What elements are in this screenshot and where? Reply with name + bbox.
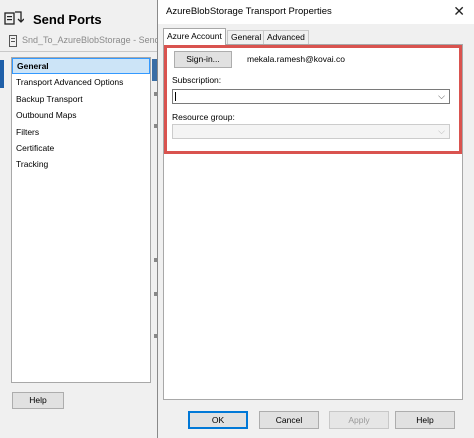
tab-advanced[interactable]: Advanced bbox=[263, 30, 309, 44]
send-port-name: Snd_To_AzureBlobStorage - Send bbox=[22, 35, 160, 45]
window-edge-accent bbox=[0, 60, 4, 88]
dialog-title: AzureBlobStorage Transport Properties bbox=[166, 6, 332, 17]
subscription-label: Subscription: bbox=[172, 75, 222, 85]
apply-button[interactable]: Apply bbox=[329, 411, 389, 429]
sign-in-button[interactable]: Sign-in... bbox=[174, 51, 232, 68]
signed-in-account: mekala.ramesh@kovai.co bbox=[247, 54, 345, 64]
nav-item-filters[interactable]: Filters bbox=[12, 124, 150, 140]
chevron-down-icon: ⌵ bbox=[438, 126, 445, 136]
nav-item-backup-transport[interactable]: Backup Transport bbox=[12, 91, 150, 107]
settings-nav-list: General Transport Advanced Options Backu… bbox=[11, 57, 151, 383]
nav-item-outbound-maps[interactable]: Outbound Maps bbox=[12, 107, 150, 123]
resource-group-dropdown[interactable]: ⌵ bbox=[172, 124, 450, 139]
nav-item-certificate[interactable]: Certificate bbox=[12, 140, 150, 156]
chevron-down-icon[interactable]: ⌵ bbox=[438, 91, 445, 102]
send-ports-header: Send Ports bbox=[0, 7, 160, 31]
tab-azure-account[interactable]: Azure Account bbox=[163, 28, 226, 45]
text-caret bbox=[175, 92, 176, 101]
cancel-button[interactable]: Cancel bbox=[259, 411, 319, 429]
header-divider bbox=[0, 51, 160, 52]
send-port-icon bbox=[9, 35, 17, 47]
tab-general[interactable]: General bbox=[227, 30, 266, 44]
azure-account-panel: Sign-in... mekala.ramesh@kovai.co Subscr… bbox=[163, 44, 463, 400]
back-help-button[interactable]: Help bbox=[12, 392, 64, 409]
close-icon[interactable]: ✕ bbox=[453, 3, 465, 19]
nav-item-general[interactable]: General bbox=[12, 58, 150, 75]
nav-item-tracking[interactable]: Tracking bbox=[12, 156, 150, 172]
send-ports-icon bbox=[4, 11, 24, 25]
send-port-breadcrumb: Snd_To_AzureBlobStorage - Send bbox=[0, 33, 160, 49]
transport-properties-dialog: AzureBlobStorage Transport Properties ✕ … bbox=[157, 0, 474, 438]
subscription-dropdown[interactable]: ⌵ bbox=[172, 89, 450, 104]
send-ports-title: Send Ports bbox=[33, 12, 102, 27]
dialog-titlebar: AzureBlobStorage Transport Properties ✕ bbox=[158, 0, 474, 24]
help-button[interactable]: Help bbox=[395, 411, 455, 429]
resource-group-label: Resource group: bbox=[172, 112, 235, 122]
ok-button[interactable]: OK bbox=[188, 411, 248, 429]
nav-item-transport-advanced-options[interactable]: Transport Advanced Options bbox=[12, 74, 150, 90]
